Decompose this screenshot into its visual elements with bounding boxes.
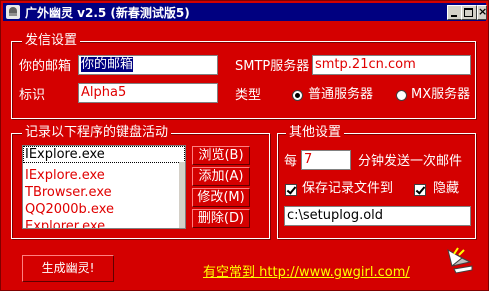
radio-mx-server-label[interactable]: MX服务器 — [411, 87, 470, 103]
list-scrollbar[interactable] — [179, 162, 185, 228]
website-link[interactable]: 有空常到 http://www.gwgirl.com/ — [203, 261, 410, 280]
title-bar[interactable]: 广外幽灵 v2.5 (新春测试版5) × — [3, 3, 487, 21]
minutes-suffix-label: 分钟发送一次邮件 — [358, 154, 463, 169]
generate-button[interactable]: 生成幽灵! — [22, 255, 114, 282]
email-label: 你的邮箱 — [19, 59, 72, 74]
sender-settings-title: 发信设置 — [22, 33, 81, 49]
close-button[interactable]: × — [477, 5, 487, 20]
add-button[interactable]: 添加(A) — [192, 167, 250, 186]
hide-checkbox[interactable] — [414, 184, 426, 196]
radio-normal-server-label[interactable]: 普通服务器 — [308, 87, 373, 103]
delete-button[interactable]: 删除(D) — [192, 209, 250, 228]
id-field[interactable]: Alpha5 — [78, 83, 218, 103]
radio-mx-server[interactable] — [396, 90, 407, 101]
mail-send-icon — [447, 247, 473, 274]
ghost-app-icon — [6, 5, 20, 19]
list-item[interactable]: TBrowser.exe — [23, 184, 185, 201]
keylog-programs-title: 记录以下程序的键盘活动 — [22, 125, 172, 141]
email-value: 你的邮箱 — [81, 57, 134, 72]
list-item[interactable]: IExplore.exe — [23, 167, 185, 184]
program-edit-field[interactable]: IExplore.exe — [23, 146, 185, 163]
save-log-checkbox[interactable] — [285, 184, 297, 196]
other-settings-title: 其他设置 — [286, 125, 345, 141]
every-label: 每 — [284, 154, 298, 169]
log-path-field[interactable]: c:\setuplog.old — [284, 206, 471, 226]
minutes-input[interactable]: 7 — [301, 150, 351, 170]
modify-button[interactable]: 修改(M) — [192, 188, 250, 207]
maximize-button[interactable] — [461, 5, 477, 20]
id-label: 标识 — [19, 88, 46, 103]
smtp-server-field[interactable]: smtp.21cn.com — [312, 55, 471, 75]
browse-button[interactable]: 浏览(B) — [192, 146, 250, 165]
program-list[interactable]: IExplore.exe IExplore.exe TBrowser.exe Q… — [22, 145, 186, 229]
sender-settings-group: 发信设置 — [11, 33, 476, 119]
list-item[interactable]: QQ2000b.exe — [23, 201, 185, 218]
smtp-label: SMTP服务器 — [235, 59, 310, 74]
save-log-label[interactable]: 保存记录文件到 — [302, 181, 393, 197]
radio-normal-server[interactable] — [292, 90, 303, 101]
close-icon: × — [478, 5, 488, 18]
window-title: 广外幽灵 v2.5 (新春测试版5) — [25, 6, 190, 20]
email-field[interactable]: 你的邮箱 — [78, 55, 218, 75]
main-window: 广外幽灵 v2.5 (新春测试版5) × 发信设置 你的邮箱 你的邮箱 SMTP… — [0, 0, 489, 291]
hide-label[interactable]: 隐藏 — [433, 181, 459, 197]
type-label: 类型 — [235, 88, 262, 103]
list-item[interactable]: Explorer.exe — [23, 218, 185, 228]
